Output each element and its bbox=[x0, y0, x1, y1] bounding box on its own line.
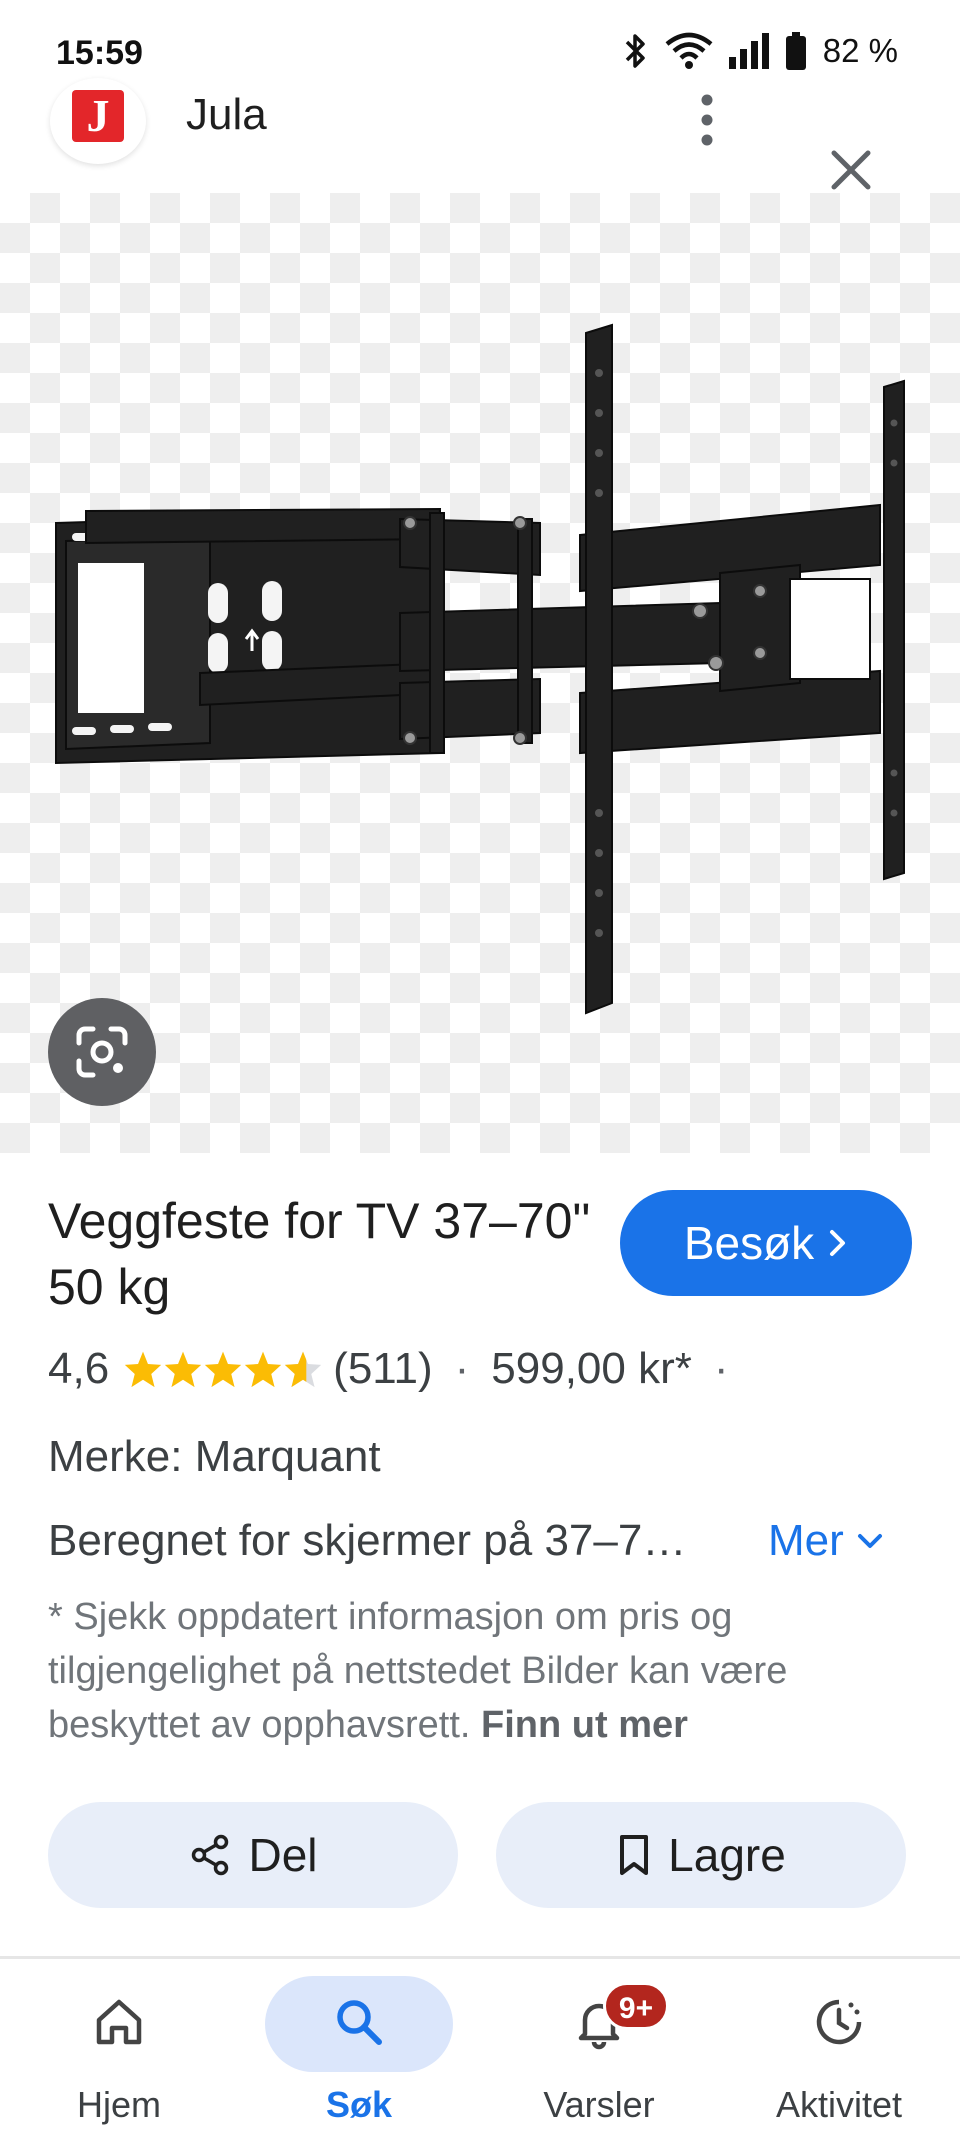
nav-label-activity: Aktivitet bbox=[775, 2084, 903, 2125]
nav-label-search: Søk bbox=[325, 2084, 393, 2125]
bookmark-icon bbox=[620, 1835, 649, 1875]
source-header: J Jula bbox=[0, 78, 960, 168]
star-icon bbox=[164, 1351, 202, 1388]
price: 599,00 kr* bbox=[491, 1344, 692, 1393]
tv-wall-mount-illustration bbox=[55, 323, 905, 1015]
bottom-nav: Hjem Søk 9+ Varsler Aktivitet bbox=[0, 1960, 960, 2133]
chevron-down-icon bbox=[857, 1534, 882, 1548]
star-rating bbox=[123, 1350, 323, 1388]
signal-icon bbox=[728, 33, 769, 69]
status-icons: 82 % bbox=[623, 32, 898, 70]
home-icon bbox=[96, 1999, 142, 2045]
product-title: Veggfeste for TV 37–70" 50 kg bbox=[48, 1193, 591, 1315]
review-count: (511) bbox=[333, 1344, 433, 1393]
site-logo[interactable]: J bbox=[50, 78, 146, 164]
activity-icon bbox=[816, 1999, 862, 2045]
nav-item-alerts[interactable]: 9+ Varsler bbox=[499, 1960, 699, 2133]
learn-more-link[interactable]: Finn ut mer bbox=[481, 1704, 688, 1746]
bluetooth-icon bbox=[623, 32, 649, 70]
more-label: Mer bbox=[768, 1516, 844, 1565]
chevron-right-icon bbox=[830, 1230, 846, 1256]
nav-item-activity[interactable]: Aktivitet bbox=[739, 1960, 939, 2133]
description-text: Beregnet for skjermer på 37–7… bbox=[48, 1516, 687, 1565]
save-button[interactable]: Lagre bbox=[496, 1802, 906, 1908]
rating-row: 4,6 (511) · 599,00 kr* · bbox=[48, 1344, 751, 1394]
search-icon bbox=[337, 2000, 382, 2045]
product-image[interactable] bbox=[0, 193, 960, 1153]
disclaimer: * Sjekk oppdatert informasjon om pris og… bbox=[48, 1590, 888, 1752]
notification-badge: 9+ bbox=[603, 1982, 669, 2030]
description-row: Beregnet for skjermer på 37–7… Mer bbox=[48, 1516, 918, 1572]
share-button[interactable]: Del bbox=[48, 1802, 458, 1908]
more-options-icon[interactable] bbox=[692, 92, 722, 148]
wifi-icon bbox=[665, 32, 713, 70]
star-icon bbox=[124, 1351, 162, 1388]
nav-divider bbox=[0, 1956, 960, 1959]
save-label: Lagre bbox=[668, 1829, 786, 1881]
visit-button-label: Besøk bbox=[683, 1217, 815, 1269]
site-logo-letter: J bbox=[72, 90, 124, 142]
nav-label-alerts: Varsler bbox=[543, 2084, 655, 2125]
site-name[interactable]: Jula bbox=[186, 90, 267, 140]
status-time: 15:59 bbox=[56, 34, 143, 72]
google-lens-button[interactable] bbox=[48, 998, 156, 1106]
share-icon bbox=[192, 1834, 229, 1876]
battery-percent: 82 % bbox=[822, 32, 898, 69]
nav-item-home[interactable]: Hjem bbox=[19, 1960, 219, 2133]
rating-value: 4,6 bbox=[48, 1344, 110, 1393]
share-label: Del bbox=[248, 1829, 318, 1881]
battery-icon bbox=[785, 32, 807, 70]
more-button[interactable]: Mer bbox=[768, 1516, 884, 1566]
visit-button[interactable]: Besøk bbox=[620, 1190, 912, 1296]
lens-icon bbox=[76, 1026, 128, 1078]
separator: · bbox=[713, 1344, 729, 1393]
separator: · bbox=[454, 1344, 470, 1393]
close-icon[interactable] bbox=[826, 145, 876, 195]
brand-line: Merke: Marquant bbox=[48, 1432, 381, 1481]
star-icon bbox=[204, 1351, 242, 1388]
half-star-icon bbox=[284, 1351, 322, 1388]
star-icon bbox=[244, 1351, 282, 1388]
nav-item-search[interactable]: Søk bbox=[259, 1960, 459, 2133]
nav-label-home: Hjem bbox=[76, 2084, 161, 2125]
